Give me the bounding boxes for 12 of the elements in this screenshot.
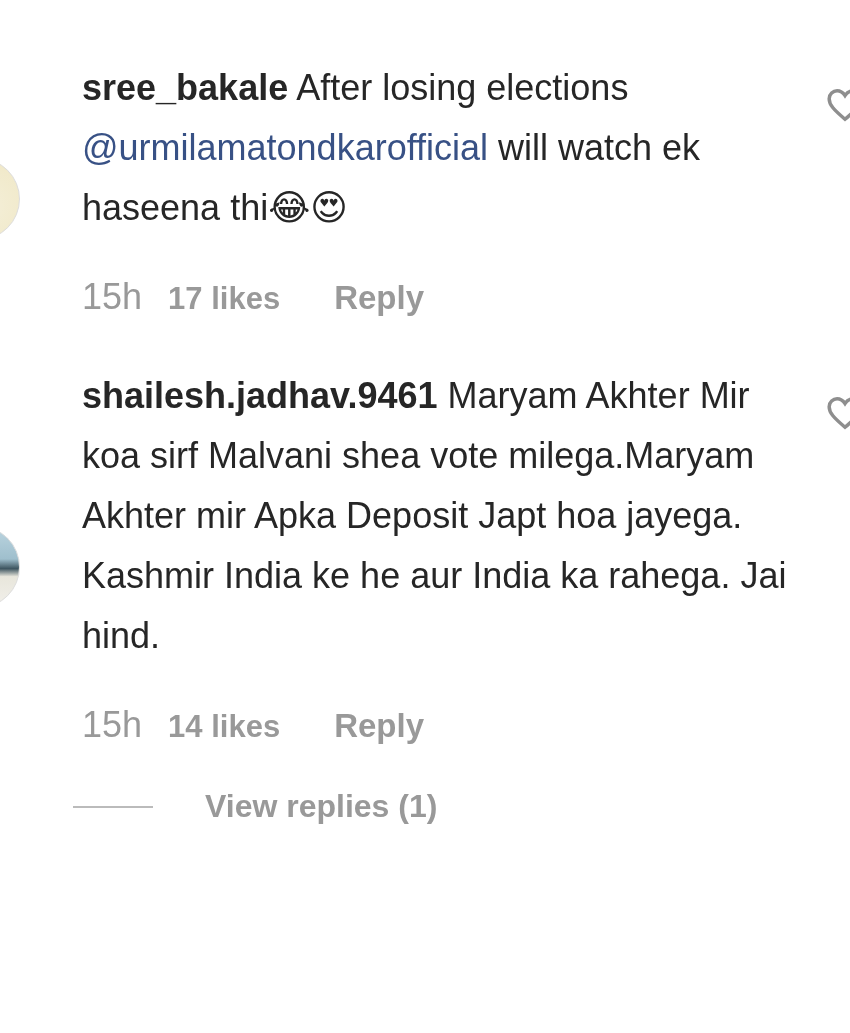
- mention-link[interactable]: @urmilamatondkarofficial: [82, 127, 489, 168]
- reply-button[interactable]: Reply: [334, 279, 424, 317]
- comment-text: shailesh.jadhav.9461 Maryam Akhter Mir koa sirf Malvani shea vote milega.Maryam Akhter mir Apka Deposit Japt hoa jayega. Kashmir India ke he aur India ka rahega. Jai hind.: [82, 374, 788, 658]
- reply-button[interactable]: Reply: [334, 707, 424, 745]
- timestamp: 15h: [82, 704, 143, 746]
- likes-button[interactable]: 14 likes: [168, 709, 281, 745]
- username-link[interactable]: shailesh.jadhav.9461: [82, 375, 438, 416]
- username-link[interactable]: sree_bakale: [82, 67, 289, 108]
- timestamp: 15h: [82, 276, 143, 318]
- view-replies-button[interactable]: View replies (1): [205, 788, 438, 825]
- likes-button[interactable]: 17 likes: [168, 281, 281, 317]
- comment-text: sree_bakale After losing elections @urmilamatondkarofficial will watch ek haseena thi😂😍: [82, 66, 702, 230]
